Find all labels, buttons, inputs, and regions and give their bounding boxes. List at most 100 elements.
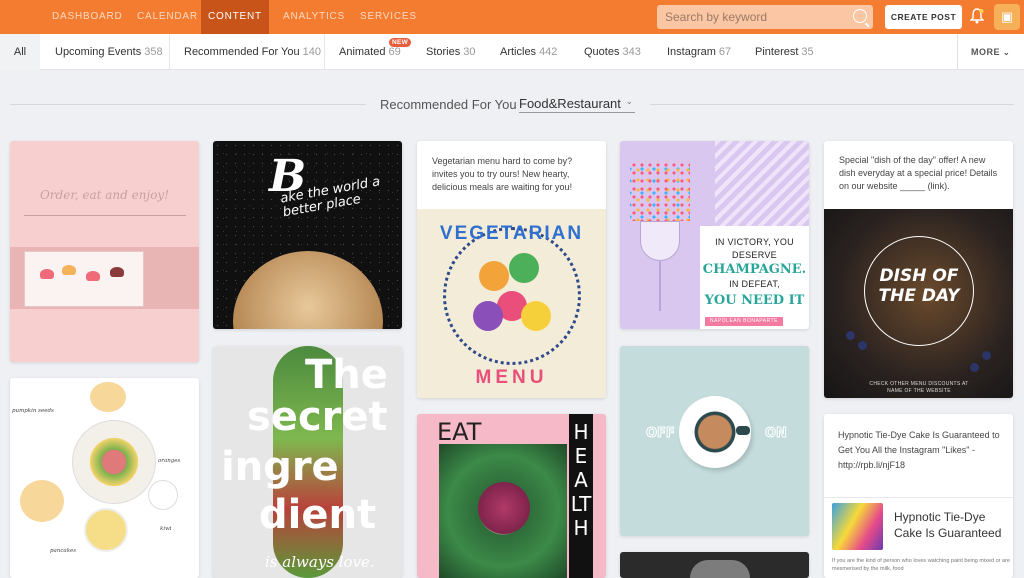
- create-post-button[interactable]: CREATE POST: [885, 5, 962, 29]
- tab-label: Articles: [500, 46, 537, 58]
- tab-pinterest[interactable]: Pinterest 35: [755, 34, 814, 70]
- tab-label: Quotes: [584, 46, 620, 58]
- tab-upcoming-events[interactable]: Upcoming Events 358: [40, 34, 170, 70]
- pastry-image: [86, 271, 100, 281]
- nav-services[interactable]: SERVICES: [360, 0, 417, 34]
- tab-recommended[interactable]: Recommended For You 140: [170, 34, 325, 70]
- search-icon[interactable]: [853, 9, 867, 23]
- template-card-pot[interactable]: [620, 552, 809, 578]
- pot-image: [690, 560, 750, 578]
- divider-left: [10, 104, 366, 105]
- tab-stories[interactable]: Stories 30: [426, 34, 476, 70]
- template-card-champagne[interactable]: IN VICTORY, YOU DESERVE CHAMPAGNE. IN DE…: [620, 141, 809, 329]
- topview-label: oranges: [158, 458, 181, 464]
- pastry-box-inner: [24, 251, 144, 307]
- tab-count: 442: [539, 46, 558, 58]
- coffee-cup-image: [692, 409, 738, 455]
- tab-count: 358: [144, 46, 163, 58]
- dish-footer: CHECK OTHER MENU DISCOUNTS AT NAME OF TH…: [869, 381, 969, 394]
- category-select[interactable]: Food&Restaurant ⌄: [519, 96, 635, 113]
- vegetable-image: [473, 301, 503, 331]
- vegetable-image: [509, 253, 539, 283]
- pancake-image: [88, 380, 128, 414]
- tab-all[interactable]: All: [0, 34, 40, 70]
- glass-stem: [659, 261, 661, 311]
- vegetable-image: [521, 301, 551, 331]
- tab-instagram[interactable]: Instagram 67: [667, 34, 731, 70]
- secret-line-2: secret: [247, 394, 388, 440]
- search-input[interactable]: [665, 8, 845, 26]
- more-label: MORE: [971, 47, 1000, 57]
- cup-handle: [736, 426, 750, 435]
- nav-content[interactable]: CONTENT: [201, 0, 269, 34]
- topview-label: pancakes: [50, 548, 77, 554]
- berry: [846, 331, 855, 340]
- pastry-image: [62, 265, 76, 275]
- chevron-down-icon: ⌄: [625, 96, 633, 106]
- secret-line-1: The: [305, 352, 388, 398]
- secret-line-3: ingre: [221, 444, 339, 490]
- nav-dashboard[interactable]: DASHBOARD: [52, 0, 123, 34]
- nav-analytics[interactable]: ANALYTICS: [283, 0, 345, 34]
- quote-line-2: CHAMPAGNE.: [702, 262, 807, 277]
- more-dropdown[interactable]: MORE ⌄: [957, 34, 1024, 70]
- template-card-bake[interactable]: B ake the world a better place: [213, 141, 402, 329]
- teapot-image: [148, 480, 178, 510]
- berry: [970, 363, 979, 372]
- health-word: HEALTH: [570, 420, 592, 540]
- template-card-dish[interactable]: Special "dish of the day" offer! A new d…: [824, 141, 1013, 398]
- link-title: Hypnotic Tie-Dye Cake Is Guaranteed: [894, 510, 1002, 540]
- card-caption: Hypnotic Tie-Dye Cake Is Guaranteed to G…: [838, 430, 1000, 470]
- tab-label: Animated: [339, 46, 386, 58]
- search-box: [657, 5, 873, 29]
- tab-label: Upcoming Events: [55, 46, 142, 58]
- top-nav: DASHBOARD CALENDAR CONTENT ANALYTICS SER…: [0, 0, 1024, 34]
- off-word: OFF: [646, 426, 676, 442]
- tab-articles[interactable]: Articles 442: [500, 34, 557, 70]
- vegetable-image: [479, 261, 509, 291]
- template-card-coffee[interactable]: OFF ON: [620, 346, 809, 536]
- card-caption: Vegetarian menu hard to come by? invites…: [432, 156, 573, 192]
- chevron-down-icon: ⌄: [1003, 48, 1011, 57]
- quote-author: NAPOLEAN BONAPARTE: [705, 317, 783, 326]
- sprinkles-image: [630, 161, 690, 221]
- vegetarian-word: VEGETARIAN: [439, 223, 584, 244]
- card-script-text: Order, eat and enjoy!: [39, 188, 170, 202]
- section-title: Recommended For You: [380, 97, 517, 112]
- tab-count: 140: [302, 46, 321, 58]
- bell-icon[interactable]: [970, 8, 984, 24]
- dish-title: DISH OF THE DAY: [878, 266, 960, 306]
- template-card-order[interactable]: Order, eat and enjoy!: [10, 141, 199, 362]
- card-caption: Special "dish of the day" offer! A new d…: [839, 155, 998, 191]
- nav-calendar[interactable]: CALENDAR: [137, 0, 198, 34]
- template-card-eat-health[interactable]: EAT HEALTH: [417, 414, 606, 578]
- quote-line-4: YOU NEED IT: [704, 293, 805, 308]
- tiedye-thumbnail: [832, 503, 883, 550]
- pastry-image: [40, 269, 54, 279]
- tab-quotes[interactable]: Quotes 343: [584, 34, 641, 70]
- filter-bar: All Upcoming Events 358 Recommended For Y…: [0, 34, 1024, 70]
- tab-count: 69: [388, 46, 401, 58]
- template-card-secret[interactable]: The secret ingre dient is always love.: [213, 346, 402, 578]
- menu-word: MENU: [475, 367, 548, 388]
- pancake-image: [84, 508, 128, 552]
- pastry-image: [110, 267, 124, 277]
- tab-count: 67: [718, 46, 732, 58]
- eat-word: EAT: [437, 418, 482, 446]
- template-card-vegetarian[interactable]: Vegetarian menu hard to come by? invites…: [417, 141, 606, 398]
- gift-icon[interactable]: ▣: [994, 4, 1020, 30]
- stripe-pattern: [715, 141, 809, 236]
- topview-label: pumpkin seeds: [12, 408, 54, 414]
- topview-label: kiwi: [160, 526, 172, 532]
- tab-label: Recommended For You: [184, 46, 300, 58]
- template-card-topview[interactable]: pumpkin seeds oranges kiwi pancakes: [10, 378, 199, 578]
- template-card-tiedye[interactable]: Hypnotic Tie-Dye Cake Is Guaranteed to G…: [824, 414, 1013, 578]
- tab-label: Pinterest: [755, 46, 799, 58]
- link-description: If you are the kind of person who loves …: [832, 558, 1010, 572]
- food-image: [86, 434, 142, 490]
- quote-line-1: IN VICTORY, YOU DESERVE: [715, 237, 794, 260]
- category-value: Food&Restaurant: [519, 96, 621, 111]
- berry: [858, 341, 867, 350]
- pancake-image: [18, 478, 66, 524]
- new-badge: NEW: [389, 38, 412, 47]
